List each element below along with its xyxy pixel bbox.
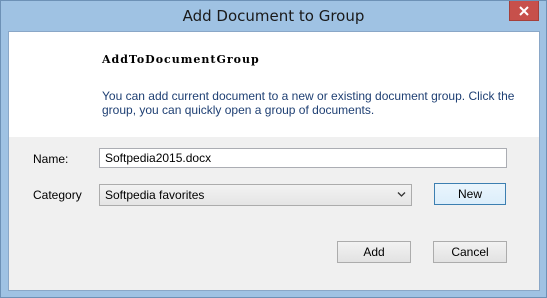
window-title: Add Document to Group bbox=[182, 7, 365, 25]
category-dropdown[interactable]: Softpedia favorites bbox=[99, 184, 412, 206]
name-label: Name: bbox=[33, 152, 69, 166]
section-heading: AddToDocumentGroup bbox=[102, 53, 260, 66]
close-button[interactable] bbox=[509, 1, 539, 21]
category-selected-value: Softpedia favorites bbox=[105, 188, 205, 202]
name-input[interactable]: Softpedia2015.docx bbox=[99, 148, 507, 168]
header-panel: AddToDocumentGroup You can add current d… bbox=[9, 32, 539, 137]
close-icon bbox=[519, 5, 529, 16]
description-text: You can add current document to a new or… bbox=[102, 89, 515, 117]
title-bar[interactable]: Add Document to Group bbox=[1, 1, 546, 31]
dialog-window: Add Document to Group AddToDocumentGroup… bbox=[0, 0, 547, 298]
add-button[interactable]: Add bbox=[337, 241, 411, 263]
dialog-body: AddToDocumentGroup You can add current d… bbox=[8, 31, 540, 291]
chevron-down-icon bbox=[397, 192, 406, 197]
new-button[interactable]: New bbox=[434, 183, 506, 205]
category-label: Category bbox=[33, 188, 82, 202]
cancel-button[interactable]: Cancel bbox=[433, 241, 507, 263]
